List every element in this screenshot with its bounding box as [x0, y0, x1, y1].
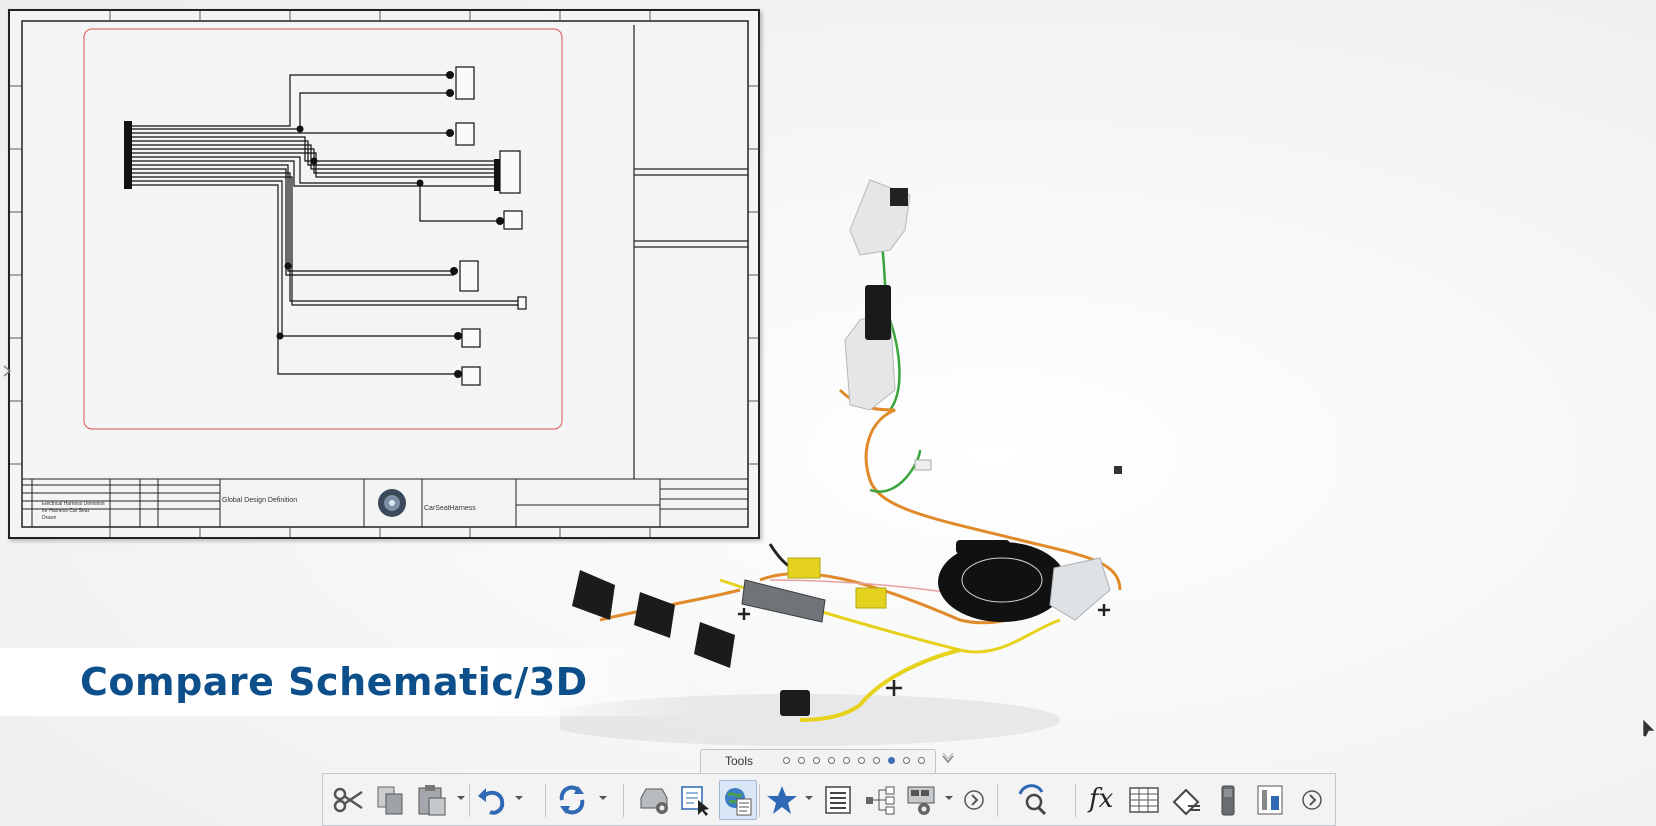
star-icon [767, 786, 797, 814]
separator [1075, 784, 1076, 817]
favorites-dropdown-caret[interactable] [805, 796, 813, 800]
separator [759, 784, 760, 817]
copy-button[interactable] [371, 780, 409, 820]
table-button[interactable] [1125, 780, 1163, 820]
drive-settings-button[interactable] [635, 780, 673, 820]
web-settings-button[interactable] [719, 780, 757, 820]
tools-options-button[interactable] [903, 780, 941, 820]
panel-gear-icon [907, 786, 935, 815]
action-toolbar: fx [322, 773, 1336, 826]
measure-button[interactable] [1167, 780, 1205, 820]
tools-page-dot[interactable] [918, 757, 925, 764]
update-button[interactable] [553, 780, 591, 820]
separator [997, 784, 998, 817]
chevron-right-icon [964, 790, 984, 810]
separator [469, 784, 470, 817]
tools-page-dot[interactable] [828, 757, 835, 764]
tools-page-dot[interactable] [888, 757, 895, 764]
description-line-2: for Harness Car Seat [42, 508, 89, 514]
tools-page-dot[interactable] [813, 757, 820, 764]
tools-page-dot[interactable] [873, 757, 880, 764]
drawn-label: Drawn [42, 515, 57, 521]
battery-icon [1221, 785, 1235, 816]
title-banner: Compare Schematic/3D [0, 648, 700, 716]
separator [623, 784, 624, 817]
undo-icon [478, 788, 505, 815]
search-icon [1018, 784, 1047, 816]
collapse-chevron-icon[interactable] [940, 751, 956, 767]
copy-icon [377, 786, 403, 815]
tools-page-dot[interactable] [858, 757, 865, 764]
tools-page-dot[interactable] [783, 757, 790, 764]
chevron-right-icon [1302, 790, 1322, 810]
battery-button[interactable] [1209, 780, 1247, 820]
fx-icon: fx [1089, 784, 1114, 814]
description-line-1: Electrical Harness Definition [42, 501, 105, 507]
drive-gear-icon [640, 788, 668, 814]
favorites-button[interactable] [763, 780, 801, 820]
tools-tab[interactable]: Tools [700, 749, 936, 773]
paste-button[interactable] [413, 780, 451, 820]
update-dropdown-caret[interactable] [599, 796, 607, 800]
select-button[interactable] [677, 780, 715, 820]
measure-icon [1172, 788, 1200, 816]
more-right-button[interactable] [1293, 780, 1331, 820]
select-cursor-icon [681, 786, 709, 816]
tree-icon [866, 786, 895, 815]
parameters-button[interactable] [1251, 780, 1289, 820]
tools-page-dot[interactable] [798, 757, 805, 764]
globe-sheet-icon [725, 788, 752, 816]
table-icon [1129, 787, 1159, 813]
cut-button[interactable] [329, 780, 367, 820]
list-icon [825, 786, 851, 814]
paste-icon [418, 785, 446, 816]
mouse-cursor-icon [1642, 718, 1656, 743]
design-name: Global Design Definition [222, 497, 298, 504]
tools-page-dot[interactable] [843, 757, 850, 764]
properties-list-button[interactable] [819, 780, 857, 820]
tools-label: Tools [725, 754, 754, 768]
more-left-button[interactable] [955, 780, 993, 820]
paste-dropdown-caret[interactable] [457, 796, 465, 800]
undo-button[interactable] [473, 780, 511, 820]
banner-title: Compare Schematic/3D [80, 660, 588, 704]
undo-dropdown-caret[interactable] [515, 796, 523, 800]
formula-button[interactable]: fx [1083, 780, 1121, 820]
tools-options-dropdown-caret[interactable] [945, 796, 953, 800]
scissors-icon [333, 787, 363, 813]
title-block-description: Electrical Harness Definition for Harnes… [42, 501, 112, 522]
parameters-icon [1257, 785, 1283, 815]
tools-page-dot[interactable] [903, 757, 910, 764]
separator [545, 784, 546, 817]
tree-button[interactable] [861, 780, 899, 820]
panel-expand-icon[interactable] [2, 364, 12, 378]
update-icon [559, 785, 585, 815]
harness-name: CarSeatHarness [424, 505, 476, 512]
search-button[interactable] [1013, 780, 1051, 820]
